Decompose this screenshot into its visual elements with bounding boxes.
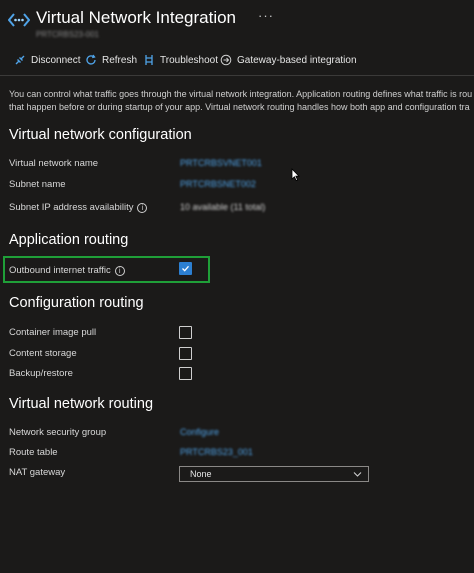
- mouse-cursor-icon: [291, 168, 300, 182]
- content-storage-checkbox[interactable]: [179, 347, 192, 360]
- vnet-icon: [7, 12, 31, 28]
- description: You can control what traffic goes throug…: [9, 88, 474, 114]
- description-line-1: You can control what traffic goes throug…: [9, 89, 473, 99]
- toolbar: Disconnect Refresh Troubleshoot Gateway-…: [0, 48, 474, 70]
- subnet-name-link[interactable]: PRTCRBSNET002: [180, 179, 256, 189]
- subnet-ip-label-row: Subnet IP address availability i: [9, 202, 148, 213]
- subnet-name-label: Subnet name: [9, 179, 66, 190]
- info-icon[interactable]: i: [114, 265, 125, 276]
- subnet-ip-label: Subnet IP address availability: [9, 202, 134, 213]
- image-pull-label: Container image pull: [9, 327, 97, 338]
- config-routing-heading: Configuration routing: [9, 295, 144, 311]
- subnet-ip-value: 10 available (11 total): [180, 202, 266, 212]
- nsg-label: Network security group: [9, 427, 107, 438]
- vnet-name-link[interactable]: PRTCRBSVNET001: [180, 158, 262, 168]
- nat-gateway-value: None: [190, 469, 212, 479]
- outbound-traffic-checkbox[interactable]: [179, 262, 192, 275]
- troubleshoot-icon: [145, 55, 153, 65]
- refresh-icon: [86, 54, 96, 65]
- route-table-link[interactable]: PRTCRBS23_001: [180, 447, 253, 457]
- info-icon[interactable]: i: [137, 202, 148, 213]
- image-pull-checkbox[interactable]: [179, 326, 192, 339]
- app-routing-heading: Application routing: [9, 232, 129, 248]
- disconnect-label: Disconnect: [31, 54, 81, 66]
- resource-name: PRTCRBS23-001: [36, 30, 99, 39]
- disconnect-button[interactable]: Disconnect: [14, 52, 80, 68]
- vnet-config-heading: Virtual network configuration: [9, 127, 192, 143]
- backup-checkbox[interactable]: [179, 367, 192, 380]
- chevron-down-icon: [353, 470, 362, 480]
- more-options-icon[interactable]: ···: [258, 8, 274, 23]
- nat-gateway-dropdown[interactable]: None: [179, 466, 369, 482]
- content-storage-label: Content storage: [9, 348, 77, 359]
- gateway-label: Gateway-based integration: [237, 54, 357, 66]
- route-table-label: Route table: [9, 447, 58, 458]
- nsg-configure-link[interactable]: Configure: [180, 427, 219, 437]
- page-title: Virtual Network Integration: [36, 8, 237, 27]
- vnet-name-label: Virtual network name: [9, 158, 99, 169]
- disconnect-icon: [15, 55, 25, 65]
- description-line-2: that happen before or during startup of …: [9, 102, 470, 112]
- troubleshoot-button[interactable]: Troubleshoot: [143, 52, 218, 68]
- refresh-label: Refresh: [102, 54, 138, 66]
- outbound-label-row: Outbound internet traffic i: [9, 265, 125, 276]
- troubleshoot-label: Troubleshoot: [160, 54, 218, 66]
- backup-label: Backup/restore: [9, 368, 73, 379]
- vnet-integration-blade: Virtual Network Integration ··· PRTCRBS2…: [0, 0, 474, 573]
- vnet-routing-heading: Virtual network routing: [9, 396, 154, 412]
- refresh-button[interactable]: Refresh: [85, 52, 137, 68]
- outbound-traffic-label: Outbound internet traffic: [9, 265, 111, 276]
- toolbar-divider: [0, 75, 474, 76]
- gateway-integration-button[interactable]: Gateway-based integration: [220, 52, 357, 68]
- checkmark-icon: [182, 265, 189, 272]
- gateway-icon: [220, 54, 232, 66]
- nat-gateway-label: NAT gateway: [9, 467, 66, 478]
- blade-header: Virtual Network Integration ··· PRTCRBS2…: [0, 0, 474, 44]
